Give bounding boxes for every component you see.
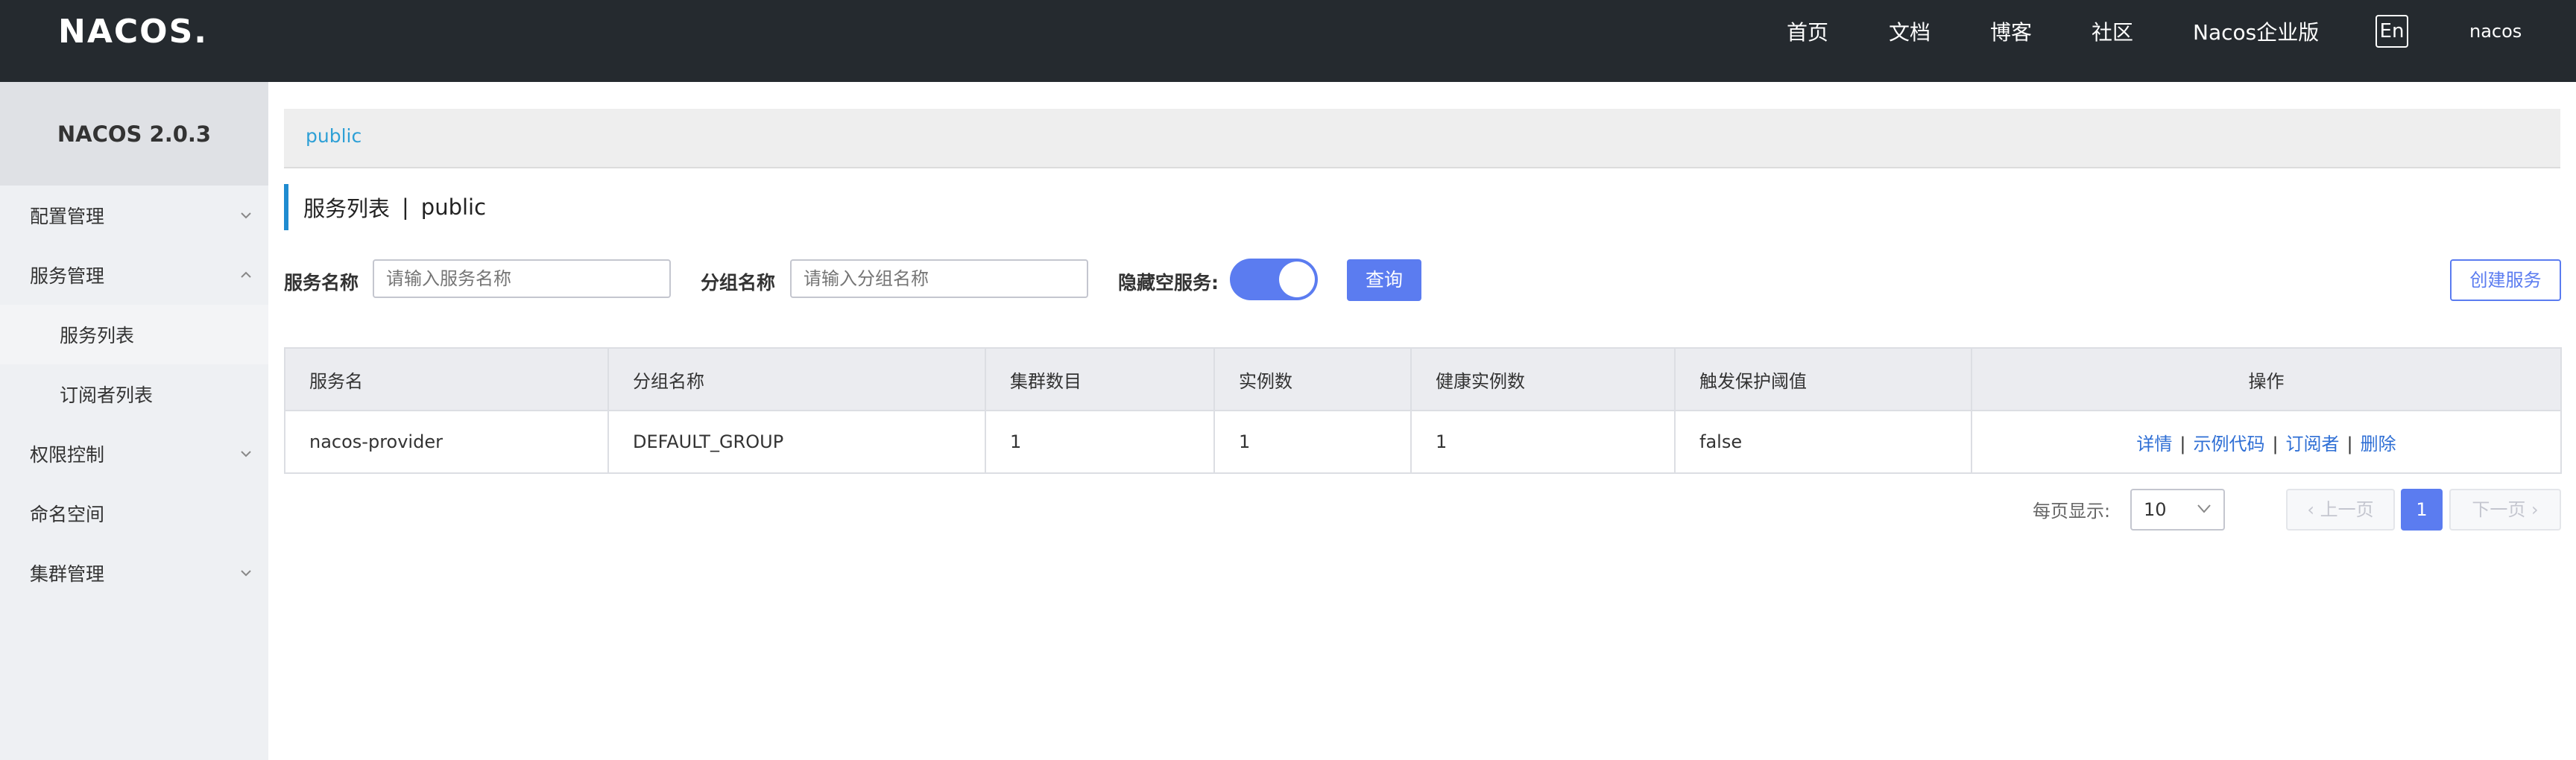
page-title-main: 服务列表 [303, 196, 391, 221]
create-service-button[interactable]: 创建服务 [2450, 259, 2561, 301]
sidebar: NACOS 2.0.3 配置管理 服务管理 服务列表 订阅者列表 权限控制 命名… [0, 82, 268, 760]
action-separator: | [2346, 433, 2353, 455]
cell-healthy-count: 1 [1410, 410, 1676, 474]
chevron-down-icon [241, 451, 251, 457]
query-button[interactable]: 查询 [1347, 259, 1421, 301]
nav-blog[interactable]: 博客 [1990, 12, 2032, 54]
hide-empty-label: 隐藏空服务: [1118, 272, 1219, 294]
nav-community[interactable]: 社区 [2092, 12, 2133, 54]
namespace-link-public[interactable]: public [306, 125, 362, 147]
sidebar-item-service[interactable]: 服务管理 [0, 245, 268, 305]
page-title-namespace: public [420, 194, 487, 220]
subscriber-link[interactable]: 订阅者 [2286, 434, 2340, 455]
chevron-down-icon [241, 570, 251, 577]
sidebar-item-label: 配置管理 [30, 206, 105, 227]
chevron-left-icon: ‹ [2307, 499, 2320, 520]
sidebar-item-service-list[interactable]: 服务列表 [0, 305, 268, 364]
column-header: 集群数目 [985, 347, 1215, 411]
title-separator: | [402, 194, 409, 220]
page-size-select[interactable]: 10 [2130, 489, 2225, 531]
column-header: 操作 [1971, 347, 2562, 411]
sidebar-item-label: 集群管理 [30, 563, 105, 585]
sidebar-item-subscribers[interactable]: 订阅者列表 [0, 364, 268, 424]
chevron-down-icon [2197, 504, 2211, 513]
nacos-logo[interactable]: NACOS. [58, 10, 208, 52]
sidebar-item-auth[interactable]: 权限控制 [0, 424, 268, 484]
sidebar-item-cluster[interactable]: 集群管理 [0, 543, 268, 603]
column-header: 分组名称 [607, 347, 986, 411]
page-1-button[interactable]: 1 [2401, 489, 2443, 531]
sidebar-item-label: 服务列表 [60, 325, 135, 346]
sidebar-item-label: 订阅者列表 [60, 384, 154, 406]
sidebar-item-config[interactable]: 配置管理 [0, 186, 268, 245]
detail-link[interactable]: 详情 [2136, 434, 2172, 455]
sample-code-link[interactable]: 示例代码 [2193, 434, 2264, 455]
cell-protect-threshold: false [1674, 410, 1972, 474]
sidebar-item-label: 服务管理 [30, 265, 105, 287]
toggle-knob [1279, 262, 1315, 297]
column-header: 实例数 [1213, 347, 1412, 411]
sidebar-item-namespace[interactable]: 命名空间 [0, 484, 268, 543]
column-header: 触发保护阈值 [1674, 347, 1972, 411]
delete-link[interactable]: 删除 [2361, 434, 2396, 455]
prev-page-button[interactable]: ‹ 上一页 [2286, 489, 2395, 531]
sidebar-item-label: 命名空间 [30, 504, 105, 525]
group-name-label: 分组名称 [701, 272, 776, 294]
action-separator: | [2272, 433, 2279, 455]
next-page-label: 下一页 [2472, 499, 2526, 520]
page-title: 服务列表 | public [284, 184, 486, 230]
nav-docs[interactable]: 文档 [1889, 12, 1931, 54]
page-size-value: 10 [2144, 499, 2167, 520]
prev-page-label: 上一页 [2320, 499, 2374, 520]
chevron-down-icon [241, 212, 251, 219]
sidebar-item-label: 权限控制 [30, 444, 105, 466]
service-table: 服务名 分组名称 集群数目 实例数 健康实例数 触发保护阈值 操作 nacos-… [284, 347, 2562, 474]
namespace-bar: public [284, 109, 2560, 168]
cell-actions: 详情 | 示例代码 | 订阅者 | 删除 [1971, 410, 2562, 474]
next-page-button[interactable]: 下一页 › [2449, 489, 2561, 531]
table-row: nacos-provider DEFAULT_GROUP 1 1 1 false… [284, 410, 2562, 474]
cell-cluster-count: 1 [985, 410, 1215, 474]
nav-home[interactable]: 首页 [1787, 12, 1828, 54]
cell-instance-count: 1 [1213, 410, 1412, 474]
top-navbar: NACOS. 首页 文档 博客 社区 Nacos企业版 En nacos [0, 0, 2576, 82]
service-name-input[interactable] [373, 259, 671, 298]
nav-enterprise[interactable]: Nacos企业版 [2193, 12, 2319, 54]
group-name-input[interactable] [790, 259, 1088, 298]
column-header: 服务名 [284, 347, 609, 411]
chevron-up-icon [241, 271, 251, 278]
hide-empty-toggle[interactable] [1230, 259, 1318, 300]
user-menu[interactable]: nacos [2469, 15, 2522, 48]
language-toggle-button[interactable]: En [2375, 15, 2408, 48]
version-label: NACOS 2.0.3 [0, 82, 268, 186]
cell-service-name: nacos-provider [284, 410, 609, 474]
page-size-label: 每页显示: [2033, 501, 2111, 522]
action-separator: | [2179, 433, 2186, 455]
cell-group-name: DEFAULT_GROUP [607, 410, 986, 474]
column-header: 健康实例数 [1410, 347, 1676, 411]
chevron-right-icon: › [2525, 499, 2539, 520]
table-header-row: 服务名 分组名称 集群数目 实例数 健康实例数 触发保护阈值 操作 [284, 347, 2562, 411]
service-name-label: 服务名称 [284, 272, 359, 294]
